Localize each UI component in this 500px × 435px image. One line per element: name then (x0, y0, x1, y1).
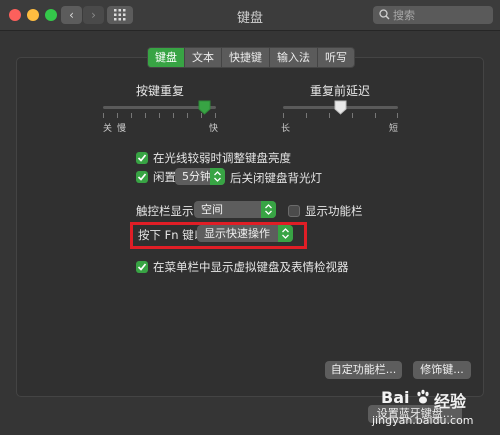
tab-shortcuts[interactable]: 快捷键 (222, 48, 270, 67)
touchbar-popup[interactable]: 空间 (194, 201, 276, 218)
idle-off-checkbox[interactable] (136, 171, 148, 183)
popup-arrows-icon (210, 168, 225, 185)
tab-bar: 键盘 文本 快捷键 输入法 听写 (147, 47, 355, 68)
paw-logo-icon (417, 389, 429, 404)
search-field[interactable] (373, 6, 493, 24)
idle-off-label-prefix: 闲置 (153, 170, 176, 184)
show-function-row-label: 显示功能栏 (305, 204, 363, 218)
search-input[interactable] (393, 6, 488, 24)
key-repeat-slow-label: 慢 (117, 124, 127, 134)
customize-touchbar-button[interactable]: 自定功能栏... (325, 361, 402, 379)
idle-duration-value: 5分钟 (182, 170, 211, 183)
delay-short-label: 短 (389, 124, 399, 134)
watermark-url: jingyan.baidu.com (372, 414, 474, 427)
key-repeat-off-label: 关 (103, 124, 113, 134)
preferences-window: ‹ › 键盘 键盘 文本 快捷键 输入法 听写 按键重复 (0, 0, 500, 435)
menu-bar-viewer-option[interactable]: 在菜单栏中显示虚拟键盘及表情检视器 (136, 259, 349, 275)
checkmark-icon (137, 173, 147, 181)
popup-arrows-icon (261, 201, 276, 218)
checkmark-icon (137, 263, 147, 271)
show-function-row-checkbox[interactable] (288, 205, 300, 217)
menu-bar-viewer-label: 在菜单栏中显示虚拟键盘及表情检视器 (153, 260, 349, 274)
key-repeat-label: 按键重复 (135, 84, 184, 98)
baidu-watermark: Bai 经验 jingyan.baidu.com (368, 386, 500, 435)
delay-until-repeat-slider-knob[interactable] (334, 100, 347, 115)
idle-off-option: 闲置 (136, 169, 176, 185)
delay-long-label: 长 (281, 124, 291, 134)
tab-text[interactable]: 文本 (185, 48, 222, 67)
tab-dictation[interactable]: 听写 (318, 48, 354, 67)
adjust-brightness-option[interactable]: 在光线较弱时调整键盘亮度 (136, 150, 291, 166)
adjust-brightness-checkbox[interactable] (136, 152, 148, 164)
key-repeat-fast-label: 快 (209, 124, 219, 134)
search-icon (379, 9, 390, 20)
tab-keyboard[interactable]: 键盘 (148, 48, 185, 67)
modifier-keys-button[interactable]: 修饰键... (413, 361, 471, 379)
checkmark-icon (137, 154, 147, 162)
touchbar-label: 触控栏显示 (136, 204, 194, 218)
adjust-brightness-label: 在光线较弱时调整键盘亮度 (153, 151, 291, 165)
idle-duration-popup[interactable]: 5分钟 (175, 168, 225, 185)
annotation-highlight-box (130, 222, 307, 249)
delay-until-repeat-label: 重复前延迟 (309, 84, 370, 98)
idle-off-label-suffix: 后关闭键盘背光灯 (230, 171, 322, 185)
key-repeat-slider-knob[interactable] (198, 100, 211, 115)
watermark-brand2: 经验 (434, 392, 467, 411)
tab-input-sources[interactable]: 输入法 (270, 48, 318, 67)
touchbar-value: 空间 (201, 203, 223, 216)
menu-bar-viewer-checkbox[interactable] (136, 261, 148, 273)
watermark-brand: Bai (381, 388, 410, 407)
show-function-row-option[interactable]: 显示功能栏 (288, 203, 363, 219)
title-bar: ‹ › 键盘 (0, 0, 500, 31)
